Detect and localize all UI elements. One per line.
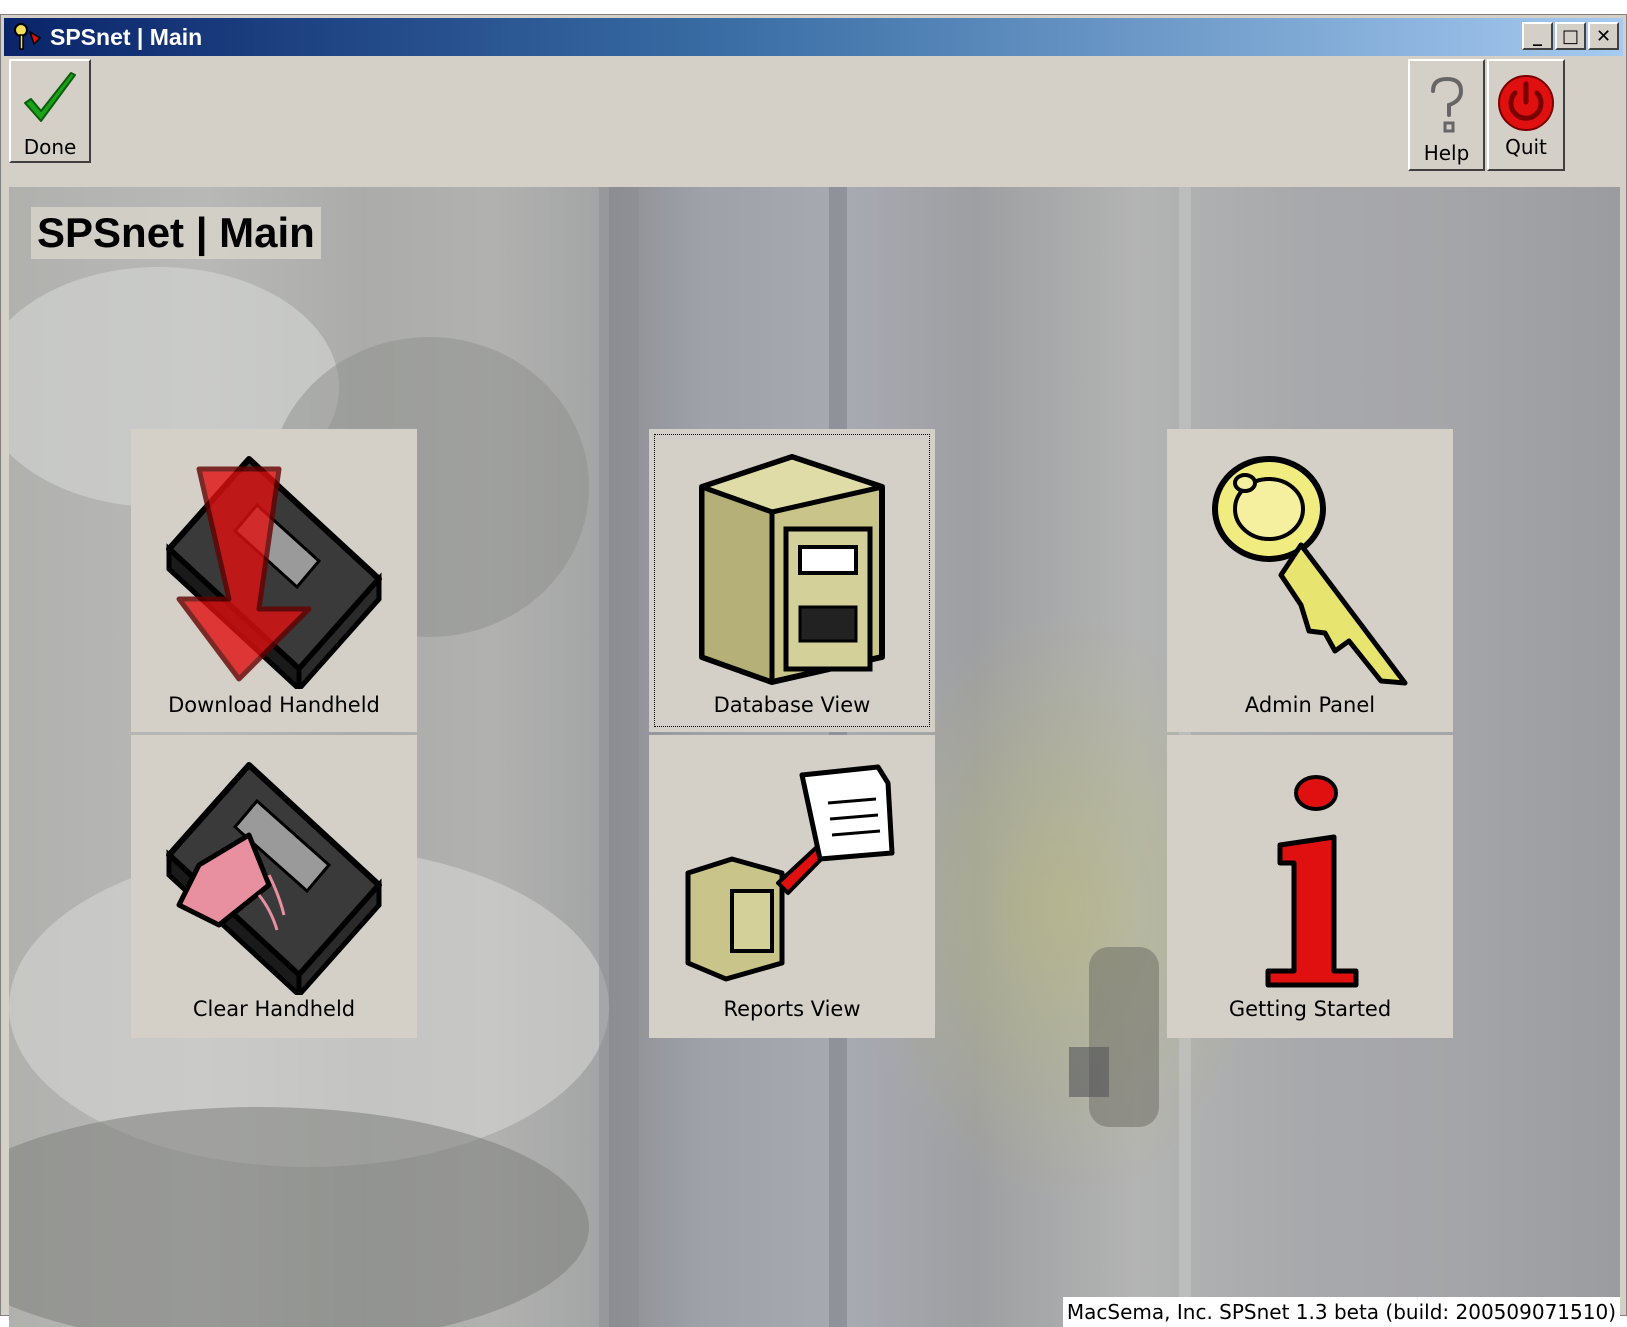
clear-handheld-button[interactable]: Clear Handheld — [131, 735, 417, 1038]
quit-button[interactable]: Quit — [1487, 59, 1565, 171]
getting-started-label: Getting Started — [1228, 997, 1392, 1021]
status-bar: MacSema, Inc. SPSnet 1.3 beta (build: 20… — [1062, 1297, 1620, 1327]
info-icon — [1265, 775, 1359, 988]
app-window: SPSnet | Main _ □ ✕ Done Help Quit SPSne… — [0, 14, 1627, 1327]
getting-started-button[interactable]: Getting Started — [1167, 735, 1453, 1038]
help-button[interactable]: Help — [1408, 59, 1485, 171]
window-title: SPSnet | Main — [50, 24, 203, 50]
power-icon — [1498, 75, 1554, 131]
database-view-button[interactable]: Database View — [649, 429, 935, 732]
reports-icon — [685, 764, 895, 982]
help-label: Help — [1423, 141, 1470, 165]
clear-handheld-icon — [166, 762, 382, 995]
title-bar[interactable]: SPSnet | Main _ □ ✕ — [4, 18, 1623, 56]
app-key-icon — [14, 23, 42, 50]
minimize-button[interactable]: _ — [1522, 22, 1553, 50]
download-handheld-icon — [166, 456, 382, 689]
main-panel: SPSnet | Main Download Handheld Clear Ha… — [9, 187, 1620, 1327]
reports-view-label: Reports View — [723, 997, 861, 1021]
done-label: Done — [23, 135, 77, 159]
admin-panel-label: Admin Panel — [1244, 693, 1376, 717]
question-mark-icon — [1430, 76, 1463, 133]
reports-view-button[interactable]: Reports View — [649, 735, 935, 1038]
key-icon — [1212, 456, 1408, 686]
database-view-label: Database View — [713, 693, 871, 717]
filing-cabinet-icon — [699, 454, 885, 685]
done-button[interactable]: Done — [9, 59, 91, 163]
checkmark-icon — [24, 72, 76, 122]
admin-panel-button[interactable]: Admin Panel — [1167, 429, 1453, 732]
clear-handheld-label: Clear Handheld — [192, 997, 356, 1021]
toolbar: Done Help Quit — [4, 59, 1623, 183]
download-handheld-label: Download Handheld — [168, 693, 380, 717]
download-handheld-button[interactable]: Download Handheld — [131, 429, 417, 732]
page-title: SPSnet | Main — [31, 207, 321, 259]
maximize-button[interactable]: □ — [1555, 22, 1586, 50]
quit-label: Quit — [1505, 135, 1547, 159]
close-button[interactable]: ✕ — [1588, 22, 1619, 50]
